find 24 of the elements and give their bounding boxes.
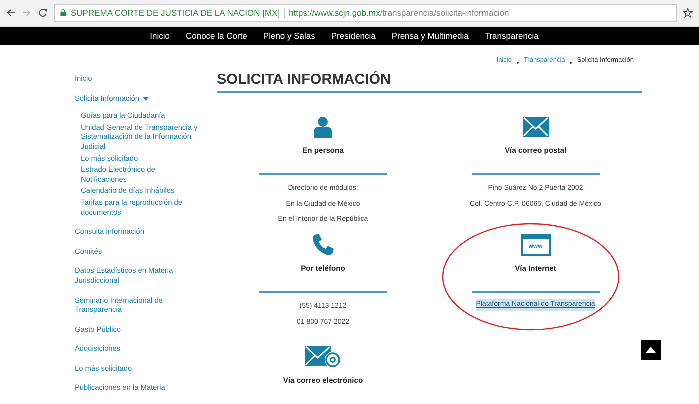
separator-dot (516, 62, 519, 64)
email-icon (305, 346, 342, 368)
reload-icon[interactable] (38, 8, 48, 18)
nav-link[interactable]: Pleno y Salas (263, 31, 316, 41)
site-name: SUPREMA CORTE DE JUSTICIA DE LA NACION [MX] (71, 8, 280, 18)
url-host: https://www.scjn.gob.mx (289, 8, 380, 18)
scroll-top-button[interactable] (641, 340, 661, 360)
up-arrow-icon (646, 347, 656, 353)
back-icon[interactable] (6, 8, 16, 18)
envelope-icon (522, 117, 549, 137)
person-icon (313, 116, 334, 138)
nav-link[interactable]: Conoce la Corte (186, 31, 248, 41)
address-bar[interactable]: SUPREMA CORTE DE JUSTICIA DE LA NACION [MX] https://www.scjn.gob.mx/transparencia/solicita-informacion (54, 4, 677, 22)
star-icon[interactable] (683, 8, 693, 18)
lock-icon (60, 9, 67, 17)
url-path: /transparencia/solicita-informacion (380, 8, 510, 18)
nav-link[interactable]: Presidencia (331, 31, 376, 41)
separator-dot (570, 62, 572, 64)
phone-icon (311, 233, 336, 257)
nav-link[interactable]: Inicio (150, 31, 170, 41)
caret-icon (142, 96, 148, 101)
page-title: SOLICITA INFORMACIÓN (217, 69, 642, 93)
nav-link[interactable]: Prensa y Multimedia (392, 31, 469, 41)
nav-link[interactable]: Transparencia (484, 31, 539, 41)
